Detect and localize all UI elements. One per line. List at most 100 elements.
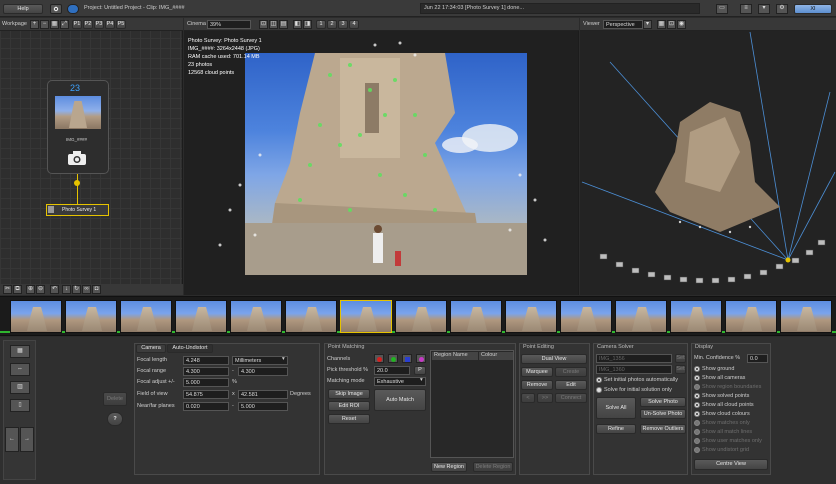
- viewer-grid-icon[interactable]: ▦: [657, 20, 666, 29]
- next-button[interactable]: >>: [537, 393, 553, 403]
- show-all-match-lines-checkbox[interactable]: [694, 429, 700, 435]
- film-thumb[interactable]: [10, 300, 62, 333]
- connect-button[interactable]: Connect: [555, 393, 587, 403]
- unsolve-photo-button[interactable]: Un-Solve Photo: [640, 409, 686, 419]
- reset-button[interactable]: Reset: [328, 414, 370, 424]
- delete-button[interactable]: Delete: [103, 392, 127, 406]
- region-table[interactable]: [430, 350, 514, 458]
- add-icon[interactable]: +: [30, 20, 39, 29]
- fov-x-input[interactable]: 54.875: [183, 390, 229, 399]
- cinema-view-4[interactable]: 4: [349, 20, 359, 29]
- tab-camera[interactable]: Camera: [136, 344, 166, 353]
- delete-region-button[interactable]: Delete Region: [473, 462, 513, 472]
- solve-initial-radio[interactable]: [596, 387, 602, 393]
- film-thumb[interactable]: [395, 300, 447, 333]
- zoom-out-icon[interactable]: ⊖: [36, 285, 45, 294]
- show-solved-points-checkbox[interactable]: [694, 393, 700, 399]
- film-thumb[interactable]: [120, 300, 172, 333]
- help-button[interactable]: Help: [3, 4, 43, 14]
- xi-button[interactable]: XI: [794, 4, 832, 14]
- matching-mode-select[interactable]: Exhaustive: [374, 377, 426, 386]
- cut-icon[interactable]: ✂: [3, 285, 12, 294]
- film-thumb[interactable]: [505, 300, 557, 333]
- show-ground-checkbox[interactable]: [694, 366, 700, 372]
- cinema-view-2[interactable]: 2: [327, 20, 337, 29]
- window-icon[interactable]: ▭: [716, 4, 728, 14]
- film-thumb[interactable]: [780, 300, 832, 333]
- show-region-boundaries-checkbox[interactable]: [694, 384, 700, 390]
- film-thumb[interactable]: [285, 300, 337, 333]
- fit-icon[interactable]: ⤢: [60, 20, 69, 29]
- link-icon[interactable]: ∞: [82, 285, 91, 294]
- show-user-matches-only-checkbox[interactable]: [694, 438, 700, 444]
- workpage-tab-p1[interactable]: P1: [72, 20, 82, 29]
- show-matches-only-checkbox[interactable]: [694, 420, 700, 426]
- film-thumb[interactable]: [175, 300, 227, 333]
- set-photo-1-button[interactable]: Set: [675, 354, 686, 363]
- channel-red[interactable]: [374, 354, 384, 363]
- focal-range-max[interactable]: 4.300: [238, 367, 288, 376]
- grid-icon[interactable]: ▦: [50, 20, 59, 29]
- p-button[interactable]: P: [414, 366, 426, 375]
- compare-icon[interactable]: ◨: [303, 20, 312, 29]
- remove-button[interactable]: Remove: [521, 380, 553, 390]
- solve-photo-button[interactable]: Solve Photo: [640, 397, 686, 407]
- refresh-icon[interactable]: ↻: [72, 285, 81, 294]
- prev-button[interactable]: <: [521, 393, 535, 403]
- help-round-button[interactable]: ?: [107, 412, 123, 426]
- pick-threshold-input[interactable]: 20.0: [374, 366, 410, 375]
- film-thumb[interactable]: [670, 300, 722, 333]
- initial-photo-1[interactable]: IMG_1356: [596, 354, 672, 363]
- show-cloud-colours-checkbox[interactable]: [694, 411, 700, 417]
- one-to-one-icon[interactable]: ◫: [269, 20, 278, 29]
- set-initial-radio[interactable]: [596, 377, 602, 383]
- remove-icon[interactable]: −: [40, 20, 49, 29]
- download-icon[interactable]: ↓: [62, 285, 71, 294]
- show-all-cameras-checkbox[interactable]: [694, 375, 700, 381]
- skip-image-button[interactable]: Skip Image: [328, 389, 370, 399]
- near-plane-input[interactable]: 0.020: [183, 402, 229, 411]
- refine-button[interactable]: Refine: [596, 424, 636, 434]
- channel-blue[interactable]: [402, 354, 412, 363]
- dropdown-icon[interactable]: ▾: [758, 4, 770, 14]
- auto-match-button[interactable]: Auto Match: [374, 389, 426, 411]
- focal-adjust-input[interactable]: 5.000: [183, 378, 229, 387]
- workpage-tab-p5[interactable]: P5: [116, 20, 126, 29]
- workpage-tab-p2[interactable]: P2: [83, 20, 93, 29]
- tool-film-icon[interactable]: ▥: [10, 381, 30, 394]
- set-photo-2-button[interactable]: Set: [675, 365, 686, 374]
- focal-range-min[interactable]: 4.300: [183, 367, 229, 376]
- undo-icon[interactable]: ↶: [50, 285, 59, 294]
- marquee-button[interactable]: Marquee: [521, 367, 553, 377]
- create-button[interactable]: Create: [555, 367, 587, 377]
- remove-outliers-button[interactable]: Remove Outliers: [640, 424, 686, 434]
- settings-icon[interactable]: ⚙: [776, 4, 788, 14]
- fov-y-input[interactable]: 42.581: [238, 390, 288, 399]
- overlay-icon[interactable]: ◧: [293, 20, 302, 29]
- eye-icon[interactable]: [50, 4, 62, 14]
- film-thumb-selected[interactable]: [340, 300, 392, 333]
- copy-icon[interactable]: ⧉: [13, 285, 22, 294]
- initial-photo-2[interactable]: IMG_1360: [596, 365, 672, 374]
- film-thumb[interactable]: [615, 300, 667, 333]
- cinema-zoom[interactable]: 39%: [207, 20, 251, 29]
- solve-all-button[interactable]: Solve All: [596, 397, 636, 419]
- channel-magenta[interactable]: [416, 354, 426, 363]
- zoom-in-icon[interactable]: ⊕: [26, 285, 35, 294]
- film-thumb[interactable]: [725, 300, 777, 333]
- edit-roi-button[interactable]: Edit ROI: [328, 401, 370, 411]
- centre-view-button[interactable]: Centre View: [694, 459, 768, 470]
- tool-move-icon[interactable]: ⇔: [10, 363, 30, 376]
- cinema-view-1[interactable]: 1: [316, 20, 326, 29]
- show-all-cloud-points-checkbox[interactable]: [694, 402, 700, 408]
- show-undistort-grid-checkbox[interactable]: [694, 447, 700, 453]
- film-thumb[interactable]: [450, 300, 502, 333]
- viewer-3d-scene[interactable]: [580, 31, 836, 295]
- camera-small-icon[interactable]: ◘: [92, 285, 101, 294]
- tool-photos-icon[interactable]: ▦: [10, 345, 30, 358]
- film-thumb[interactable]: [230, 300, 282, 333]
- viewer-cam-icon[interactable]: ◉: [677, 20, 686, 29]
- unit-select[interactable]: Millimeters: [232, 356, 288, 365]
- film-thumb[interactable]: [560, 300, 612, 333]
- viewer-fit-icon[interactable]: ⊡: [667, 20, 676, 29]
